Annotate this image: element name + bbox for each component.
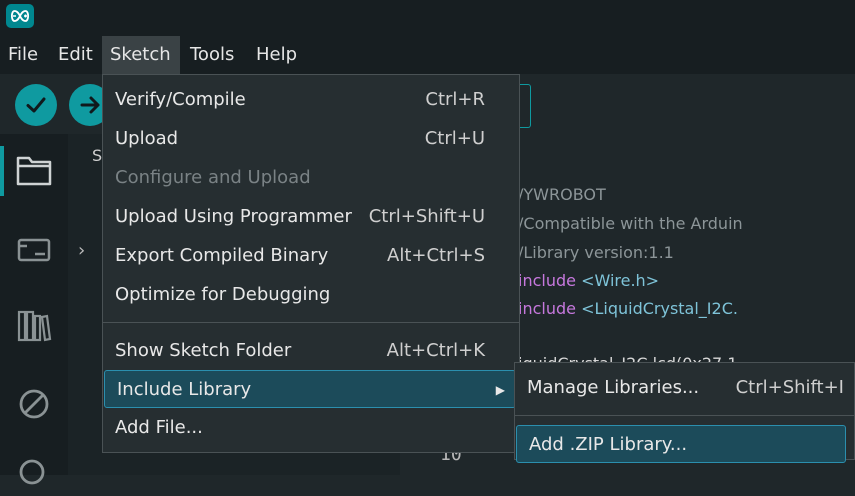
menu-item-verify-compile[interactable]: Verify/Compile Ctrl+R <box>103 81 519 119</box>
menu-edit[interactable]: Edit <box>50 36 100 74</box>
code-line: /Library version:1.1 <box>518 243 674 262</box>
title-bar <box>0 0 855 36</box>
menu-item-label: Optimize for Debugging <box>115 284 331 305</box>
menu-item-manage-libraries[interactable]: Manage Libraries... Ctrl+Shift+I <box>515 369 854 407</box>
menu-item-export-compiled-binary[interactable]: Export Compiled Binary Alt+Ctrl+S <box>103 237 519 275</box>
menu-tools[interactable]: Tools <box>182 36 246 74</box>
include-header: <Wire.h> <box>581 271 660 290</box>
menu-item-shortcut: Ctrl+R <box>425 89 485 110</box>
board-icon[interactable] <box>12 227 56 271</box>
menu-item-include-library[interactable]: Include Library ▶ <box>104 370 516 408</box>
menu-item-label: Upload <box>115 128 179 149</box>
menu-item-label: Configure and Upload <box>115 167 311 188</box>
code-line: /Compatible with the Arduin <box>518 214 743 233</box>
menu-item-label: Upload Using Programmer <box>115 206 352 227</box>
include-keyword: include <box>518 271 576 290</box>
include-keyword: include <box>518 299 576 318</box>
verify-button[interactable] <box>15 84 57 126</box>
chevron-right-icon[interactable]: › <box>78 240 85 261</box>
menu-file[interactable]: File <box>0 36 46 74</box>
menu-item-label: Add File... <box>115 417 203 438</box>
menu-item-shortcut: Alt+Ctrl+K <box>386 340 485 361</box>
menu-item-label: Show Sketch Folder <box>115 340 292 361</box>
menu-item-label: Verify/Compile <box>115 89 246 110</box>
menu-bar: File Edit Sketch Tools Help <box>0 36 855 74</box>
folder-icon[interactable] <box>12 148 56 192</box>
menu-item-shortcut: Ctrl+Shift+I <box>735 377 844 398</box>
menu-item-add-zip-library[interactable]: Add .ZIP Library... <box>516 425 846 463</box>
arduino-logo-icon <box>6 4 34 28</box>
menu-item-shortcut: Alt+Ctrl+S <box>387 245 485 266</box>
menu-separator <box>103 322 519 323</box>
code-line: include <Wire.h> <box>518 271 659 290</box>
menu-item-label: Add .ZIP Library... <box>529 434 688 455</box>
menu-separator <box>515 415 854 416</box>
search-icon[interactable] <box>12 452 56 496</box>
activity-selection-indicator <box>0 146 4 196</box>
arrow-right-icon <box>80 96 100 114</box>
menu-item-label: Manage Libraries... <box>527 377 700 398</box>
code-line: /YWROBOT <box>518 185 606 204</box>
include-header: <LiquidCrystal_I2C. <box>581 299 738 318</box>
menu-item-upload[interactable]: Upload Ctrl+U <box>103 120 519 158</box>
menu-help[interactable]: Help <box>248 36 308 74</box>
include-library-submenu: Manage Libraries... Ctrl+Shift+I Add .ZI… <box>514 362 855 463</box>
library-icon[interactable] <box>12 304 56 348</box>
menu-item-label: Include Library <box>117 379 252 400</box>
menu-item-show-sketch-folder[interactable]: Show Sketch Folder Alt+Ctrl+K <box>103 332 519 370</box>
menu-item-label: Export Compiled Binary <box>115 245 329 266</box>
menu-item-configure-and-upload: Configure and Upload <box>103 159 519 197</box>
code-line: include <LiquidCrystal_I2C. <box>518 299 738 318</box>
menu-item-shortcut: Ctrl+Shift+U <box>368 206 485 227</box>
submenu-arrow-icon: ▶ <box>495 383 505 397</box>
sketch-dropdown-menu: Verify/Compile Ctrl+R Upload Ctrl+U Conf… <box>102 74 520 453</box>
menu-sketch[interactable]: Sketch <box>102 36 180 74</box>
menu-item-shortcut: Ctrl+U <box>424 128 485 149</box>
menu-item-add-file[interactable]: Add File... <box>103 409 519 447</box>
debug-icon[interactable] <box>12 382 56 426</box>
sidebar-header: S <box>92 146 103 165</box>
checkmark-icon <box>26 97 46 113</box>
menu-item-optimize-for-debugging[interactable]: Optimize for Debugging <box>103 276 519 314</box>
menu-item-upload-using-programmer[interactable]: Upload Using Programmer Ctrl+Shift+U <box>103 198 519 236</box>
